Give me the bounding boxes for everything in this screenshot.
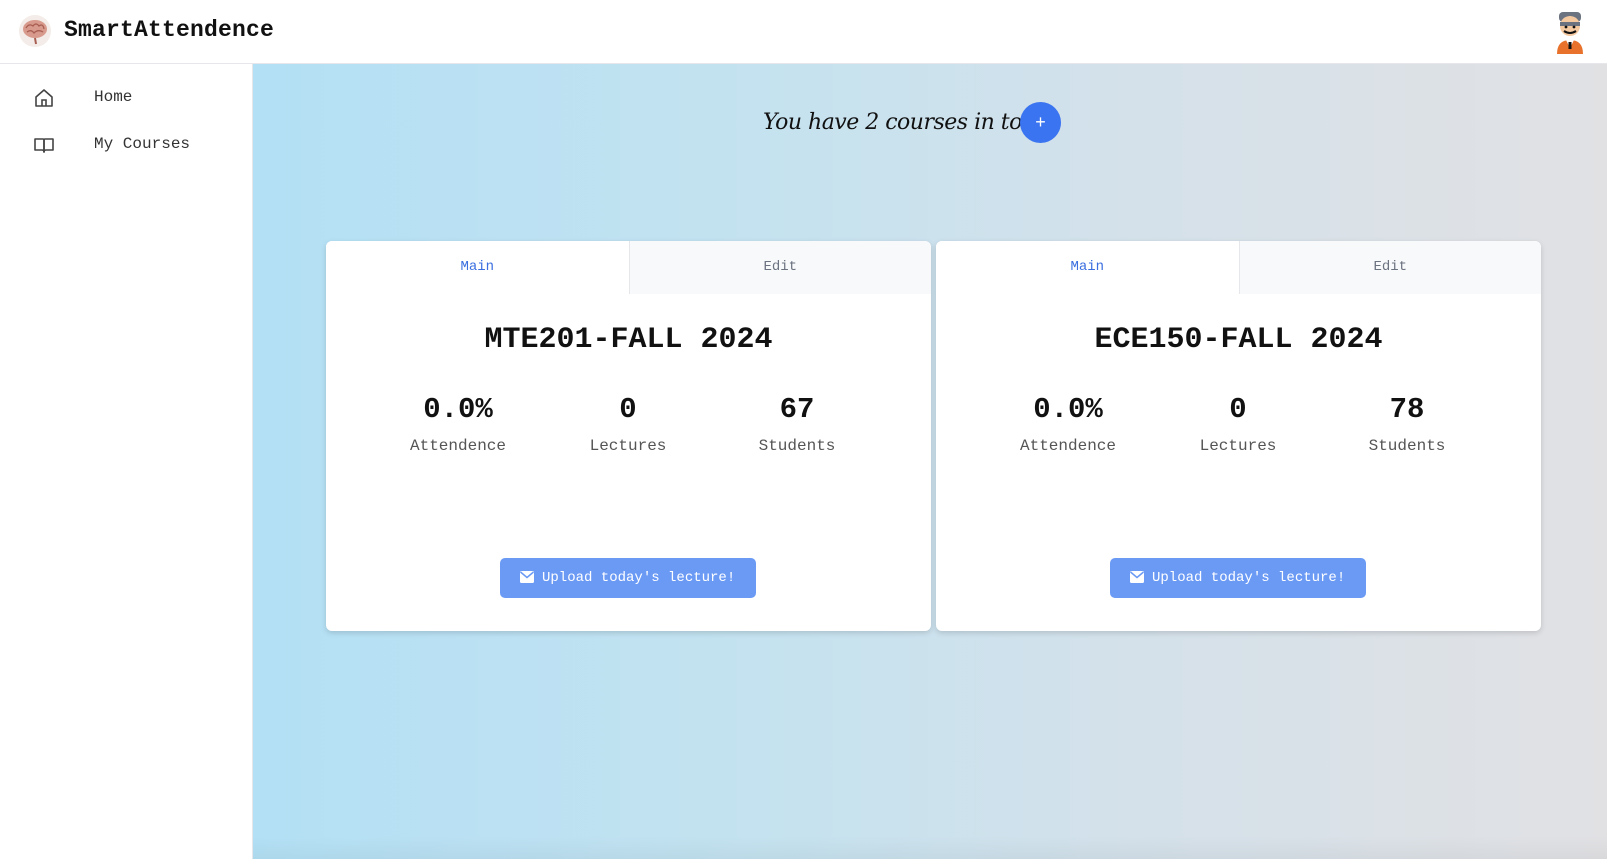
main-content: You have 2 courses in total + Main Edit … xyxy=(253,64,1607,859)
course-tabs: Main Edit xyxy=(936,241,1541,294)
top-bar: SmartAttendence xyxy=(0,0,1607,64)
tab-main[interactable]: Main xyxy=(326,241,629,294)
stat-value: 67 xyxy=(779,393,815,426)
course-title: ECE150-FALL 2024 xyxy=(1094,323,1383,357)
stat-students: 67 Students xyxy=(727,393,867,455)
add-course-button[interactable]: + xyxy=(1020,102,1061,143)
brain-logo-icon xyxy=(19,15,51,47)
mail-icon xyxy=(520,571,534,583)
stat-value: 0 xyxy=(619,393,637,426)
user-avatar-icon[interactable] xyxy=(1553,10,1587,54)
sidebar-item-label: My Courses xyxy=(94,135,191,153)
stat-value: 0.0% xyxy=(1033,393,1103,426)
courses-summary: You have 2 courses in total + xyxy=(253,102,1607,143)
courses-summary-text: You have 2 courses in total xyxy=(763,110,1050,135)
course-title: MTE201-FALL 2024 xyxy=(484,323,773,357)
upload-lecture-button[interactable]: Upload today's lecture! xyxy=(1110,558,1366,598)
stat-students: 78 Students xyxy=(1337,393,1477,455)
stat-label: Attendence xyxy=(409,437,506,455)
course-tabs: Main Edit xyxy=(326,241,931,294)
sidebar-item-home[interactable]: Home xyxy=(0,77,253,117)
stat-label: Students xyxy=(758,437,836,455)
stat-attendance: 0.0% Attendence xyxy=(998,393,1138,455)
course-card: Main Edit MTE201-FALL 2024 0.0% Attenden… xyxy=(326,241,931,631)
app-title: SmartAttendence xyxy=(64,17,275,43)
mail-icon xyxy=(1130,571,1144,583)
stat-value: 78 xyxy=(1389,393,1425,426)
stat-label: Students xyxy=(1368,437,1446,455)
stat-attendance: 0.0% Attendence xyxy=(388,393,528,455)
upload-lecture-label: Upload today's lecture! xyxy=(542,570,736,586)
book-open-icon xyxy=(34,138,54,153)
upload-lecture-button[interactable]: Upload today's lecture! xyxy=(500,558,756,598)
stat-label: Attendence xyxy=(1019,437,1116,455)
stat-value: 0 xyxy=(1229,393,1247,426)
tab-main[interactable]: Main xyxy=(936,241,1239,294)
sidebar: Home My Courses xyxy=(0,64,253,859)
stat-value: 0.0% xyxy=(423,393,493,426)
stat-label: Lectures xyxy=(1199,437,1277,455)
stat-label: Lectures xyxy=(589,437,667,455)
upload-lecture-label: Upload today's lecture! xyxy=(1152,570,1346,586)
tab-edit[interactable]: Edit xyxy=(1238,241,1541,294)
stat-lectures: 0 Lectures xyxy=(558,393,698,455)
course-card: Main Edit ECE150-FALL 2024 0.0% Attenden… xyxy=(936,241,1541,631)
bottom-shade xyxy=(253,836,1607,859)
sidebar-item-label: Home xyxy=(94,88,133,106)
stat-lectures: 0 Lectures xyxy=(1168,393,1308,455)
home-icon xyxy=(35,89,53,107)
sidebar-item-my-courses[interactable]: My Courses xyxy=(0,124,253,164)
tab-edit[interactable]: Edit xyxy=(628,241,931,294)
